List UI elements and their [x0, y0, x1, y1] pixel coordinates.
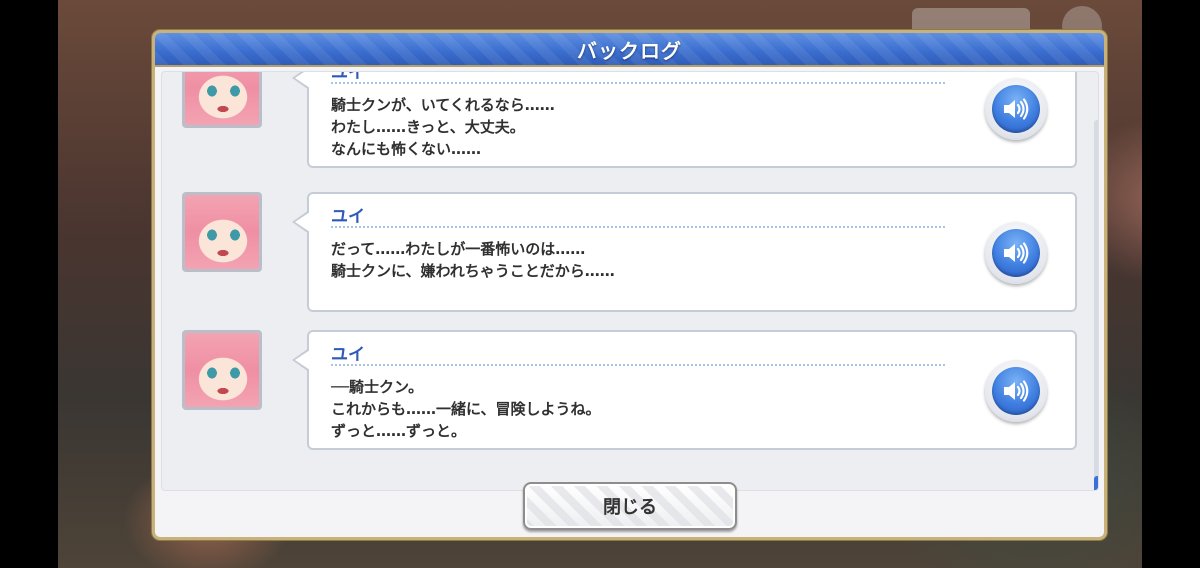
divider [331, 82, 945, 84]
speaker-name: ユイ [331, 345, 365, 365]
close-button-label: 閉じる [603, 497, 657, 518]
dialogue-bubble: ユイ 騎士クンが、いてくれるなら…… わたし……きっと、大丈夫。 なんにも怖くな… [292, 72, 1077, 168]
dialogue-text: ──騎士クン。 これからも……一緒に、冒険しようね。 ずっと……ずっと。 [331, 376, 601, 442]
dialogue-line: 騎士クンが、いてくれるなら…… [331, 96, 555, 114]
log-entry: ユイ だって……わたしが一番怖いのは…… 騎士クンに、嫌われちゃうことだから…… [162, 192, 1082, 318]
dialogue-bubble: ユイ ──騎士クン。 これからも……一緒に、冒険しようね。 ずっと……ずっと。 [292, 330, 1077, 450]
speaker-name: ユイ [331, 207, 365, 227]
backlog-list[interactable]: ユイ 騎士クンが、いてくれるなら…… わたし……きっと、大丈夫。 なんにも怖くな… [161, 71, 1099, 491]
close-button[interactable]: 閉じる [523, 482, 737, 530]
log-entry: ユイ ──騎士クン。 これからも……一緒に、冒険しようね。 ずっと……ずっと。 [162, 330, 1082, 456]
letterbox-left [0, 0, 58, 568]
character-portrait-icon [185, 333, 259, 407]
character-portrait-icon [185, 72, 259, 125]
character-portrait-icon [185, 195, 259, 269]
speaker-icon [992, 85, 1040, 133]
dialog-title-bar: バックログ [155, 33, 1104, 67]
letterbox-right [1142, 0, 1200, 568]
dialogue-line: なんにも怖くない…… [331, 140, 482, 158]
dialogue-line: わたし……きっと、大丈夫。 [331, 118, 525, 136]
dialogue-line: だって……わたしが一番怖いのは…… [331, 240, 586, 258]
character-avatar [182, 192, 262, 272]
voice-replay-button[interactable] [985, 360, 1047, 422]
dialog-title: バックログ [577, 38, 682, 63]
speaker-icon [992, 229, 1040, 277]
dialogue-text: 騎士クンが、いてくれるなら…… わたし……きっと、大丈夫。 なんにも怖くない…… [331, 94, 555, 160]
scrollbar-thumb[interactable] [1094, 476, 1098, 490]
dialogue-line: ──騎士クン。 [331, 378, 424, 396]
log-entry: ユイ 騎士クンが、いてくれるなら…… わたし……きっと、大丈夫。 なんにも怖くな… [162, 72, 1082, 174]
dialogue-line: ずっと……ずっと。 [331, 422, 467, 440]
dialogue-text: だって……わたしが一番怖いのは…… 騎士クンに、嫌われちゃうことだから…… [331, 238, 615, 282]
dialogue-bubble: ユイ だって……わたしが一番怖いのは…… 騎士クンに、嫌われちゃうことだから…… [292, 192, 1077, 312]
scrollbar-track[interactable] [1094, 120, 1098, 490]
character-avatar [182, 72, 262, 128]
backlog-dialog: バックログ ユイ 騎士クンが、いてくれるなら…… わたし……きっと、大丈夫。 な… [152, 30, 1107, 540]
divider [331, 364, 945, 366]
character-avatar [182, 330, 262, 410]
voice-replay-button[interactable] [985, 78, 1047, 140]
voice-replay-button[interactable] [985, 222, 1047, 284]
divider [331, 226, 945, 228]
dialogue-line: これからも……一緒に、冒険しようね。 [331, 400, 601, 418]
speaker-icon [992, 367, 1040, 415]
dialogue-line: 騎士クンに、嫌われちゃうことだから…… [331, 262, 615, 280]
